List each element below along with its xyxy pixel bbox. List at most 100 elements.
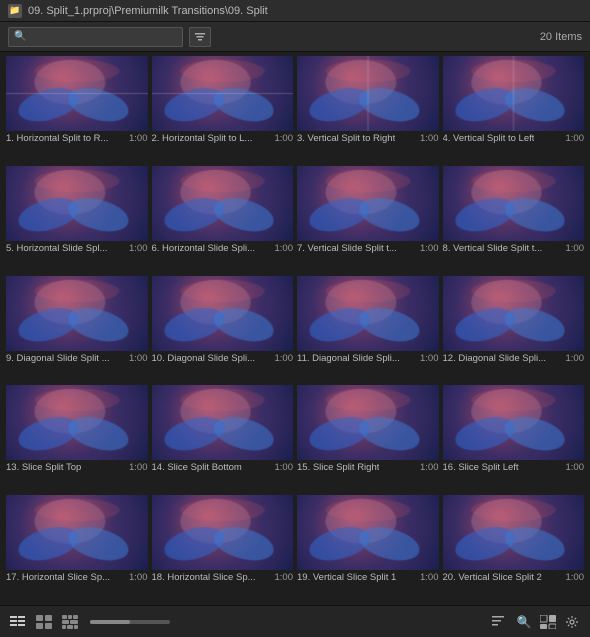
item-duration: 1:00 <box>420 353 439 365</box>
grid-item[interactable]: 12. Diagonal Slide Spli...1:00 <box>443 276 585 382</box>
item-duration: 1:00 <box>420 572 439 584</box>
grid-item[interactable]: 6. Horizontal Slide Spli...1:00 <box>152 166 294 272</box>
item-name: 4. Vertical Split to Left <box>443 133 535 145</box>
grid-item[interactable]: 17. Horizontal Slice Sp... 1:00 <box>6 495 148 601</box>
item-duration: 1:00 <box>129 353 148 365</box>
search-input[interactable] <box>30 31 177 43</box>
thumbnail-canvas <box>297 495 439 570</box>
grid-item[interactable]: 4. Vertical Split to Left1:00 <box>443 56 585 162</box>
item-label: 2. Horizontal Split to L... 1:00 <box>152 131 294 146</box>
item-duration: 1:00 <box>275 353 294 365</box>
items-count: 20 Items <box>540 31 582 43</box>
item-name: 1. Horizontal Split to R... <box>6 133 108 145</box>
sort-button[interactable] <box>490 613 510 631</box>
item-duration: 1:00 <box>566 572 585 584</box>
thumbnail-wrapper <box>297 385 439 460</box>
grid-item[interactable]: 20. Vertical Slice Split 2 1:00 <box>443 495 585 601</box>
grid-item[interactable]: 3. Vertical Split to Right1:00 <box>297 56 439 162</box>
thumbnail-canvas <box>152 166 294 241</box>
item-duration: 1:00 <box>129 243 148 255</box>
thumbnail-canvas <box>152 495 294 570</box>
thumbnail-wrapper <box>6 166 148 241</box>
thumbnail-wrapper <box>297 166 439 241</box>
item-name: 5. Horizontal Slide Spl... <box>6 243 107 255</box>
thumbnail-wrapper <box>443 276 585 351</box>
filter-button[interactable] <box>189 27 211 47</box>
item-name: 2. Horizontal Split to L... <box>152 133 253 145</box>
grid-item[interactable]: 8. Vertical Slide Split t...1:00 <box>443 166 585 272</box>
item-duration: 1:00 <box>275 243 294 255</box>
item-label: 18. Horizontal Slice Sp...1:00 <box>152 570 294 585</box>
grid-item[interactable]: 7. Vertical Slide Split t...1:00 <box>297 166 439 272</box>
item-label: 17. Horizontal Slice Sp... 1:00 <box>6 570 148 585</box>
thumbnail-canvas <box>152 276 294 351</box>
grid-item[interactable]: 13. Slice Split Top1:00 <box>6 385 148 491</box>
thumbnail-wrapper <box>6 276 148 351</box>
item-label: 11. Diagonal Slide Spli... 1:00 <box>297 351 439 366</box>
item-name: 19. Vertical Slice Split 1 <box>297 572 396 584</box>
item-duration: 1:00 <box>566 462 585 474</box>
item-name: 15. Slice Split Right <box>297 462 379 474</box>
item-label: 7. Vertical Slide Split t...1:00 <box>297 241 439 256</box>
grid-item[interactable]: 10. Diagonal Slide Spli... 1:00 <box>152 276 294 382</box>
item-duration: 1:00 <box>275 133 294 145</box>
item-name: 12. Diagonal Slide Spli... <box>443 353 547 365</box>
title-text: 09. Split_1.prproj\Premiumilk Transition… <box>28 5 268 17</box>
item-name: 17. Horizontal Slice Sp... <box>6 572 110 584</box>
grid-item[interactable]: 16. Slice Split Left 1:00 <box>443 385 585 491</box>
item-duration: 1:00 <box>129 572 148 584</box>
item-label: 12. Diagonal Slide Spli...1:00 <box>443 351 585 366</box>
thumbnail-canvas <box>152 385 294 460</box>
item-name: 11. Diagonal Slide Spli... <box>297 353 400 365</box>
thumbnail-canvas <box>443 56 585 131</box>
list-view-button[interactable] <box>8 613 28 631</box>
top-toolbar: 🔍 20 Items <box>0 22 590 52</box>
freeform-view-button[interactable] <box>60 613 80 631</box>
thumbnail-canvas <box>6 166 148 241</box>
grid-item[interactable]: 9. Diagonal Slide Split ...1:00 <box>6 276 148 382</box>
thumbnail-wrapper <box>297 495 439 570</box>
item-duration: 1:00 <box>275 572 294 584</box>
search-box[interactable]: 🔍 <box>8 27 183 47</box>
item-duration: 1:00 <box>129 133 148 145</box>
grid-item[interactable]: 19. Vertical Slice Split 1 1:00 <box>297 495 439 601</box>
item-label: 6. Horizontal Slide Spli...1:00 <box>152 241 294 256</box>
search-bottom-button[interactable]: 🔍 <box>514 613 534 631</box>
thumbnail-canvas <box>6 276 148 351</box>
thumbnail-wrapper <box>152 385 294 460</box>
thumbnail-wrapper <box>152 166 294 241</box>
thumbnail-wrapper <box>443 166 585 241</box>
grid-item[interactable]: 18. Horizontal Slice Sp...1:00 <box>152 495 294 601</box>
icon-view-button[interactable] <box>34 613 54 631</box>
item-label: 1. Horizontal Split to R... 1:00 <box>6 131 148 146</box>
thumbnail-canvas <box>443 276 585 351</box>
thumbnail-wrapper <box>443 385 585 460</box>
thumbnail-wrapper <box>443 56 585 131</box>
item-name: 16. Slice Split Left <box>443 462 519 474</box>
grid-item[interactable]: 11. Diagonal Slide Spli... 1:00 <box>297 276 439 382</box>
item-duration: 1:00 <box>275 462 294 474</box>
grid-item[interactable]: 14. Slice Split Bottom1:00 <box>152 385 294 491</box>
item-label: 10. Diagonal Slide Spli... 1:00 <box>152 351 294 366</box>
grid-item[interactable]: 15. Slice Split Right 1:00 <box>297 385 439 491</box>
thumbnail-wrapper <box>6 385 148 460</box>
item-name: 10. Diagonal Slide Spli... <box>152 353 256 365</box>
item-label: 9. Diagonal Slide Split ...1:00 <box>6 351 148 366</box>
item-label: 14. Slice Split Bottom1:00 <box>152 460 294 475</box>
grid-item[interactable]: 5. Horizontal Slide Spl... 1:00 <box>6 166 148 272</box>
item-name: 7. Vertical Slide Split t... <box>297 243 397 255</box>
item-label: 8. Vertical Slide Split t...1:00 <box>443 241 585 256</box>
metadata-button[interactable] <box>538 613 558 631</box>
item-duration: 1:00 <box>420 462 439 474</box>
item-label: 13. Slice Split Top1:00 <box>6 460 148 475</box>
zoom-slider[interactable] <box>90 620 170 624</box>
thumbnail-wrapper <box>152 276 294 351</box>
grid-item[interactable]: 1. Horizontal Split to R... 1:00 <box>6 56 148 162</box>
grid-item[interactable]: 2. Horizontal Split to L... 1:00 <box>152 56 294 162</box>
settings-button[interactable] <box>562 613 582 631</box>
item-name: 20. Vertical Slice Split 2 <box>443 572 542 584</box>
thumbnail-canvas <box>152 56 294 131</box>
thumbnail-canvas <box>297 385 439 460</box>
thumbnail-canvas <box>297 56 439 131</box>
thumbnail-wrapper <box>297 276 439 351</box>
